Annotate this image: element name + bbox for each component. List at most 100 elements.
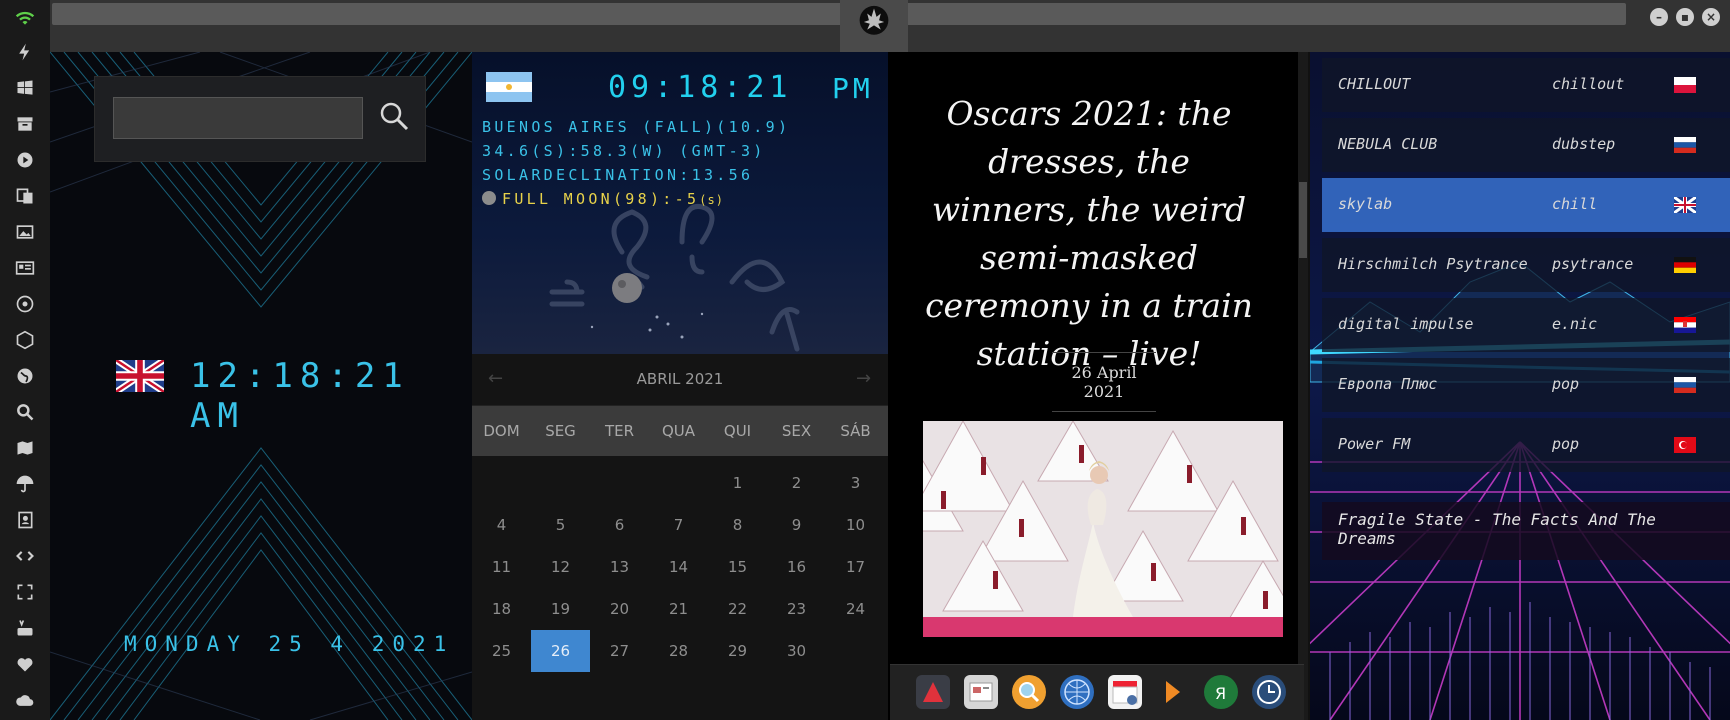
umbrella-icon[interactable] xyxy=(13,472,37,496)
calendar-day[interactable]: 15 xyxy=(708,546,767,588)
calendar-day[interactable]: 7 xyxy=(649,504,708,546)
station-row[interactable]: skylab chill xyxy=(1322,178,1730,232)
weekday-label: QUI xyxy=(723,422,752,440)
station-row[interactable]: Hirschmilch Psytrance psytrance xyxy=(1322,238,1730,292)
calendar-day[interactable]: 17 xyxy=(826,546,885,588)
contacts-icon[interactable] xyxy=(13,508,37,532)
cloud-icon[interactable] xyxy=(13,688,37,712)
translate-icon[interactable] xyxy=(13,184,37,208)
code-icon[interactable] xyxy=(13,544,37,568)
calendar-day[interactable]: 25 xyxy=(472,630,531,672)
image-icon[interactable] xyxy=(13,220,37,244)
news-image[interactable] xyxy=(923,421,1283,637)
calendar-day[interactable]: 27 xyxy=(590,630,649,672)
calendar-day[interactable]: 8 xyxy=(708,504,767,546)
calendar-day[interactable]: 14 xyxy=(649,546,708,588)
map-icon[interactable] xyxy=(13,436,37,460)
calendar: ← ABRIL 2021 → DOM SEG TER QUA QUI SEX S… xyxy=(472,354,888,720)
croatia-flag-icon xyxy=(1674,317,1696,333)
calendar-day[interactable]: 24 xyxy=(826,588,885,630)
station-row[interactable]: CHILLOUT chillout xyxy=(1322,58,1730,112)
next-month-button[interactable]: → xyxy=(856,368,871,389)
station-name: Power FM xyxy=(1338,435,1411,453)
youtube-icon[interactable] xyxy=(13,616,37,640)
turkey-flag-icon xyxy=(1674,437,1696,453)
station-genre: pop xyxy=(1552,435,1580,453)
news-headline[interactable]: Oscars 2021: the dresses, the winners, t… xyxy=(918,90,1260,378)
weekday-label: SEX xyxy=(781,422,812,440)
archive-icon[interactable] xyxy=(13,112,37,136)
calendar-day[interactable]: 5 xyxy=(531,504,590,546)
search-panel xyxy=(94,76,426,162)
calendar-day[interactable]: 12 xyxy=(531,546,590,588)
maximize-button[interactable]: ▪ xyxy=(1676,8,1694,26)
uk-flag-icon xyxy=(1674,197,1696,213)
station-row[interactable]: Европа Плюс pop xyxy=(1322,358,1730,412)
scrollbar-thumb[interactable] xyxy=(1299,182,1307,258)
calendar-icon[interactable] xyxy=(1108,675,1142,709)
calendar-day[interactable]: 3 xyxy=(826,462,885,504)
weekday-label: SEG xyxy=(545,422,576,440)
windows-icon[interactable] xyxy=(13,76,37,100)
fullscreen-icon[interactable] xyxy=(13,580,37,604)
moon-phase-suffix: (s) xyxy=(699,193,724,207)
settings-icon[interactable] xyxy=(13,292,37,316)
calendar-day[interactable]: 6 xyxy=(590,504,649,546)
minimize-button[interactable]: – xyxy=(1650,8,1668,26)
astro-info: 09:18:21 PM BUENOS AIRES (FALL)(10.9) 34… xyxy=(472,52,888,354)
close-button[interactable]: × xyxy=(1702,8,1720,26)
time-machine-icon[interactable] xyxy=(1252,675,1286,709)
calendar-day[interactable]: 20 xyxy=(590,588,649,630)
yandex-icon[interactable]: Я xyxy=(1204,675,1238,709)
calendar-day[interactable]: 10 xyxy=(826,504,885,546)
calendar-day[interactable]: 9 xyxy=(767,504,826,546)
hexagon-icon[interactable] xyxy=(13,328,37,352)
arrow-app-icon[interactable] xyxy=(1156,675,1190,709)
calendar-day[interactable]: 18 xyxy=(472,588,531,630)
search-input[interactable] xyxy=(113,97,363,139)
now-playing: Fragile State - The Facts And The Dreams xyxy=(1322,502,1730,560)
now-playing-title: Fragile State - The Facts And The Dreams xyxy=(1338,510,1656,548)
calendar-day[interactable]: 23 xyxy=(767,588,826,630)
moon-icon xyxy=(482,191,496,205)
argentina-flag-icon xyxy=(486,72,532,102)
rebel-alliance-icon[interactable] xyxy=(840,0,908,52)
calendar-day[interactable]: 1 xyxy=(708,462,767,504)
station-genre: dubstep xyxy=(1552,135,1616,153)
station-row[interactable]: NEBULA CLUB dubstep xyxy=(1322,118,1730,172)
calendar-day[interactable]: 2 xyxy=(767,462,826,504)
play-icon[interactable] xyxy=(13,148,37,172)
heart-icon[interactable] xyxy=(13,652,37,676)
globe-icon[interactable] xyxy=(13,364,37,388)
finder-search-icon[interactable] xyxy=(1012,675,1046,709)
station-row[interactable]: digital impulse e.nic xyxy=(1322,298,1730,352)
news-icon[interactable] xyxy=(13,256,37,280)
calendar-day[interactable]: 29 xyxy=(708,630,767,672)
calendar-day[interactable]: 28 xyxy=(649,630,708,672)
weekday-label: SÁB xyxy=(840,422,871,440)
news-panel: Oscars 2021: the dresses, the winners, t… xyxy=(888,52,1308,720)
calendar-day[interactable]: 19 xyxy=(531,588,590,630)
germany-flag-icon xyxy=(1674,257,1696,273)
calendar-day[interactable]: 4 xyxy=(472,504,531,546)
uk-time: 12:18:21 AM xyxy=(190,356,410,436)
wifi-icon[interactable] xyxy=(13,6,37,30)
station-row[interactable]: Power FM pop xyxy=(1322,418,1730,472)
search-icon[interactable] xyxy=(13,400,37,424)
search-icon[interactable] xyxy=(377,99,411,133)
app-store-icon[interactable] xyxy=(916,675,950,709)
calendar-day[interactable]: 11 xyxy=(472,546,531,588)
calendar-day[interactable]: 21 xyxy=(649,588,708,630)
calendar-day[interactable]: 22 xyxy=(708,588,767,630)
calendar-day-selected[interactable]: 26 xyxy=(531,630,590,672)
station-name: Hirschmilch Psytrance xyxy=(1338,255,1528,273)
calendar-day[interactable]: 16 xyxy=(767,546,826,588)
astro-calendar-panel: 09:18:21 PM BUENOS AIRES (FALL)(10.9) 34… xyxy=(472,52,888,720)
browser-globe-icon[interactable] xyxy=(1060,675,1094,709)
news-scrollbar[interactable] xyxy=(1298,52,1308,720)
lightning-icon[interactable] xyxy=(13,40,37,64)
calendar-day[interactable]: 13 xyxy=(590,546,649,588)
notes-icon[interactable] xyxy=(964,675,998,709)
calendar-day[interactable]: 30 xyxy=(767,630,826,672)
title-strip[interactable] xyxy=(52,3,1626,25)
